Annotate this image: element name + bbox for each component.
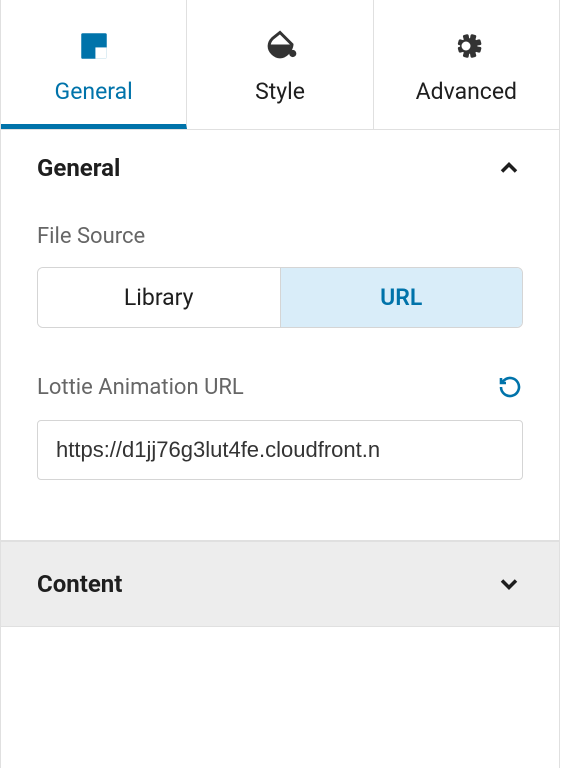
- tab-label: Style: [255, 78, 305, 105]
- tab-style[interactable]: Style: [187, 0, 373, 129]
- section-title: Content: [37, 570, 122, 598]
- section-general-body: File Source Library URL Lottie Animation…: [1, 206, 559, 540]
- file-source-label: File Source: [37, 224, 523, 249]
- gear-icon: [448, 28, 484, 64]
- section-title: General: [37, 154, 120, 182]
- style-icon: [262, 28, 298, 64]
- segment-url[interactable]: URL: [281, 268, 523, 327]
- chevron-up-icon: [495, 154, 523, 182]
- lottie-url-input[interactable]: [37, 420, 523, 480]
- reset-button[interactable]: [497, 374, 523, 400]
- tab-label: Advanced: [416, 78, 517, 105]
- tab-advanced[interactable]: Advanced: [374, 0, 559, 129]
- tab-general[interactable]: General: [1, 0, 187, 129]
- tabs-row: General Style Advanced: [1, 0, 559, 130]
- segment-library[interactable]: Library: [38, 268, 281, 327]
- section-general: General File Source Library URL Lottie A…: [1, 130, 559, 541]
- settings-panel: General Style Advanced General File Sour…: [0, 0, 560, 768]
- lottie-url-label: Lottie Animation URL: [37, 375, 244, 400]
- tab-label: General: [55, 78, 133, 105]
- file-source-segmented: Library URL: [37, 267, 523, 328]
- lottie-url-row: Lottie Animation URL: [37, 374, 523, 400]
- section-general-header[interactable]: General: [1, 130, 559, 206]
- section-content-header[interactable]: Content: [1, 542, 559, 626]
- general-icon: [76, 28, 112, 64]
- chevron-down-icon: [495, 570, 523, 598]
- section-content: Content: [1, 541, 559, 627]
